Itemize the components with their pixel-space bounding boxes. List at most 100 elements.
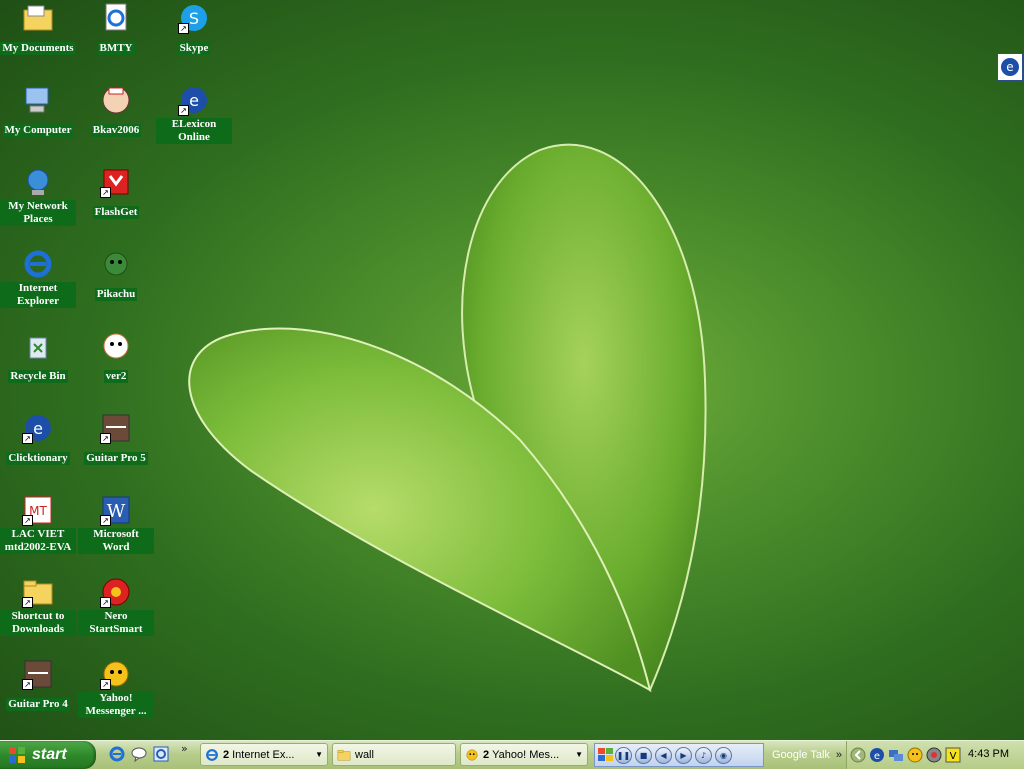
svg-text:V: V <box>950 751 957 762</box>
shortcut-arrow-icon: ↗ <box>178 105 189 116</box>
desktop-icon-label: Clicktionary <box>6 452 70 465</box>
dropdown-arrow-icon: ▼ <box>575 750 583 759</box>
google-talk-toolbar[interactable]: Google Talk » <box>766 741 846 769</box>
quick-launch-more-icon[interactable]: » <box>181 742 188 755</box>
volume-button[interactable]: ◉ <box>715 746 732 764</box>
shortcut-arrow-icon: ↗ <box>178 23 189 34</box>
desktop-icon-shortcut-to-downloads[interactable]: ↗ Shortcut to Downloads <box>0 576 76 636</box>
ie-page-icon <box>100 2 132 34</box>
desktop-icon-label: Shortcut to Downloads <box>0 610 76 636</box>
dropdown-arrow-icon: ▼ <box>315 750 323 759</box>
vietkey-icon[interactable]: V <box>945 747 961 763</box>
desktop-icon-label: Recycle Bin <box>8 370 68 383</box>
shortcut-arrow-icon: ↗ <box>22 679 33 690</box>
shortcut-arrow-icon: ↗ <box>100 433 111 444</box>
desktop-icon-label: My Network Places <box>0 200 76 226</box>
guitar-pro-icon: ↗ <box>100 412 132 444</box>
desktop-icon-recycle-bin[interactable]: Recycle Bin <box>0 330 76 383</box>
network-icon[interactable] <box>888 747 904 763</box>
mute-button[interactable]: ♪ <box>695 746 712 764</box>
desktop-icon-yahoo-messenger[interactable]: ↗ Yahoo! Messenger ... <box>78 658 154 718</box>
windows-media-icon <box>598 748 613 761</box>
desktop-icon-label: Nero StartSmart <box>78 610 154 636</box>
desktop-icon-bkav2006[interactable]: Bkav2006 <box>78 84 154 137</box>
task-group-count: 2 <box>223 748 230 761</box>
desktop-icon-microsoft-word[interactable]: W ↗ Microsoft Word <box>78 494 154 554</box>
desktop-icon-pikachu[interactable]: Pikachu <box>78 248 154 301</box>
shortcut-arrow-icon: ↗ <box>22 515 33 526</box>
taskbar: start » 2 Internet Ex... ▼ wall 2 Yahoo! Mes.… <box>0 740 1024 769</box>
previous-button[interactable]: ◀ <box>655 746 672 764</box>
network-icon <box>22 166 54 198</box>
desktop-icon-label: Bkav2006 <box>90 124 142 137</box>
yahoo-icon: ↗ <box>100 658 132 690</box>
google-talk-label: Google Talk <box>772 749 830 761</box>
shortcut-arrow-icon: ↗ <box>100 679 111 690</box>
taskbar-button-2[interactable]: wall <box>332 743 456 766</box>
pikachu-icon <box>100 248 132 280</box>
antivirus-icon[interactable] <box>926 747 942 763</box>
desktop-icon-label: Guitar Pro 4 <box>6 698 70 711</box>
desktop-icon-ver2[interactable]: ver2 <box>78 330 154 383</box>
desktop-icon-label: Skype <box>177 42 211 55</box>
desktop-icon-my-network-places[interactable]: My Network Places <box>0 166 76 226</box>
desktop-icon-label: Yahoo! Messenger ... <box>78 692 154 718</box>
ie-icon <box>22 248 54 280</box>
folder-icon: ↗ <box>22 576 54 608</box>
desktop-icon-nero-startsmart[interactable]: ↗ Nero StartSmart <box>78 576 154 636</box>
browser-icon[interactable] <box>153 746 169 762</box>
shortcut-arrow-icon: ↗ <box>100 187 111 198</box>
next-button[interactable]: ▶ <box>675 746 692 764</box>
clock[interactable]: 4:43 PM <box>968 748 1009 760</box>
system-tray: e V 4:43 PM <box>846 741 1024 769</box>
nero-icon: ↗ <box>100 576 132 608</box>
lacviet-icon: MT ↗ <box>22 494 54 526</box>
messenger-icon[interactable] <box>131 746 147 762</box>
desktop-icon-label: FlashGet <box>92 206 140 219</box>
desktop-icon-label: Microsoft Word <box>78 528 154 554</box>
task-group-count: 2 <box>483 748 490 761</box>
clicktionary-icon[interactable]: e <box>869 747 885 763</box>
desktop-icon-bmty[interactable]: BMTY <box>78 2 154 55</box>
desktop-icon-clicktionary[interactable]: e ↗ Clicktionary <box>0 412 76 465</box>
svg-text:e: e <box>1006 60 1013 74</box>
toolbar-more-icon[interactable]: » <box>836 749 842 761</box>
clicktionary-tray-icon[interactable]: e <box>997 53 1023 81</box>
shortcut-arrow-icon: ↗ <box>22 597 33 608</box>
elexicon-icon: e ↗ <box>178 84 210 116</box>
desktop-icon-my-documents[interactable]: My Documents <box>0 2 76 55</box>
start-button[interactable]: start <box>0 741 96 769</box>
desktop-icon-internet-explorer[interactable]: Internet Explorer <box>0 248 76 308</box>
chevron-left-icon[interactable] <box>850 747 866 763</box>
yahoo-icon <box>465 748 479 762</box>
desktop-icon-lac-viet-mtd2002-eva[interactable]: MT ↗ LAC VIET mtd2002-EVA <box>0 494 76 554</box>
task-label: Yahoo! Mes... <box>492 748 560 761</box>
taskbar-button-1[interactable]: 2 Internet Ex... ▼ <box>200 743 328 766</box>
desktop-icon-guitar-pro-4[interactable]: ↗ Guitar Pro 4 <box>0 658 76 711</box>
folder-documents-icon <box>22 2 54 34</box>
desktop-icon-label: Guitar Pro 5 <box>84 452 148 465</box>
yahoo-icon[interactable] <box>907 747 923 763</box>
svg-text:e: e <box>874 751 880 762</box>
taskbar-button-3[interactable]: 2 Yahoo! Mes... ▼ <box>460 743 588 766</box>
bkav-icon <box>100 84 132 116</box>
desktop-icon-label: LAC VIET mtd2002-EVA <box>0 528 76 554</box>
desktop-icon-flashget[interactable]: ↗ FlashGet <box>78 166 154 219</box>
computer-icon <box>22 84 54 116</box>
task-label: wall <box>355 748 374 761</box>
desktop-icon-skype[interactable]: S ↗ Skype <box>156 2 232 55</box>
ver2-icon <box>100 330 132 362</box>
desktop-icon-label: My Computer <box>2 124 74 137</box>
media-player-toolbar[interactable]: ❚❚ ■ ◀ ▶ ♪ ◉ <box>594 743 764 767</box>
ie-icon[interactable] <box>109 746 125 762</box>
stop-button[interactable]: ■ <box>635 746 652 764</box>
pause-button[interactable]: ❚❚ <box>615 746 632 764</box>
guitar-pro-icon: ↗ <box>22 658 54 690</box>
desktop-icon-guitar-pro-5[interactable]: ↗ Guitar Pro 5 <box>78 412 154 465</box>
desktop-icon-my-computer[interactable]: My Computer <box>0 84 76 137</box>
desktop-icon-elexicon-online[interactable]: e ↗ ELexicon Online <box>156 84 232 144</box>
word-icon: W ↗ <box>100 494 132 526</box>
task-label: Internet Ex... <box>232 748 295 761</box>
ie-icon <box>205 748 219 762</box>
flashget-icon: ↗ <box>100 166 132 198</box>
